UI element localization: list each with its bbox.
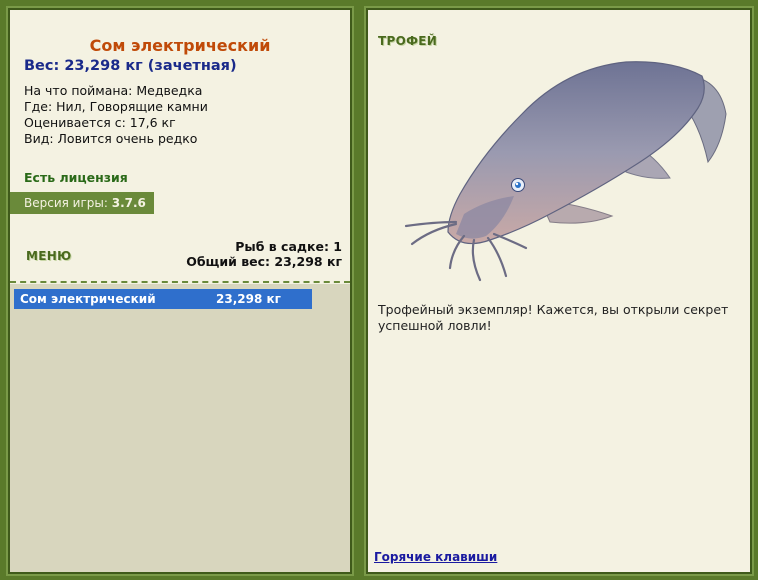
catch-item-name: Сом электрический (20, 292, 156, 306)
trophy-panel: ТРОФЕЙ Трофейный экземпляр! Кажется, вы … (364, 6, 754, 576)
catch-item-weight: 23,298 кг (216, 292, 281, 306)
catfish-image (404, 61, 727, 282)
divider (10, 281, 350, 283)
version-label: Версия игры: (24, 196, 108, 210)
license-status: Есть лицензия (24, 170, 128, 185)
fish-name-title: Сом электрический (89, 36, 271, 55)
keepnet-stats: Рыб в садке: 1 Общий вес: 23,298 кг (186, 239, 342, 269)
fish-info-panel: Сом электрический Вес: 23,298 кг (зачетн… (6, 6, 354, 576)
total-weight: Общий вес: 23,298 кг (186, 254, 342, 269)
catch-list: Сом электрический 23,298 кг (10, 284, 350, 572)
hotkeys-link[interactable]: Горячие клавиши (374, 550, 497, 564)
menu-button[interactable]: МЕНЮ (26, 249, 71, 263)
fish-location: Где: Нил, Говорящие камни (24, 99, 208, 114)
fish-weight: Вес: 23,298 кг (зачетная) (24, 58, 237, 74)
fish-valuation: Оценивается с: 17,6 кг (24, 115, 176, 130)
fish-bait: На что поймана: Медведка (24, 83, 203, 98)
fish-rarity: Вид: Ловится очень редко (24, 131, 198, 146)
version-value: 3.7.6 (111, 196, 146, 210)
fish-count: Рыб в садке: 1 (235, 239, 342, 254)
game-version: Версия игры: 3.7.6 (10, 192, 154, 214)
catch-list-item[interactable]: Сом электрический 23,298 кг (14, 289, 312, 309)
trophy-label: ТРОФЕЙ (378, 34, 438, 48)
trophy-description: Трофейный экземпляр! Кажется, вы открыли… (378, 302, 729, 333)
